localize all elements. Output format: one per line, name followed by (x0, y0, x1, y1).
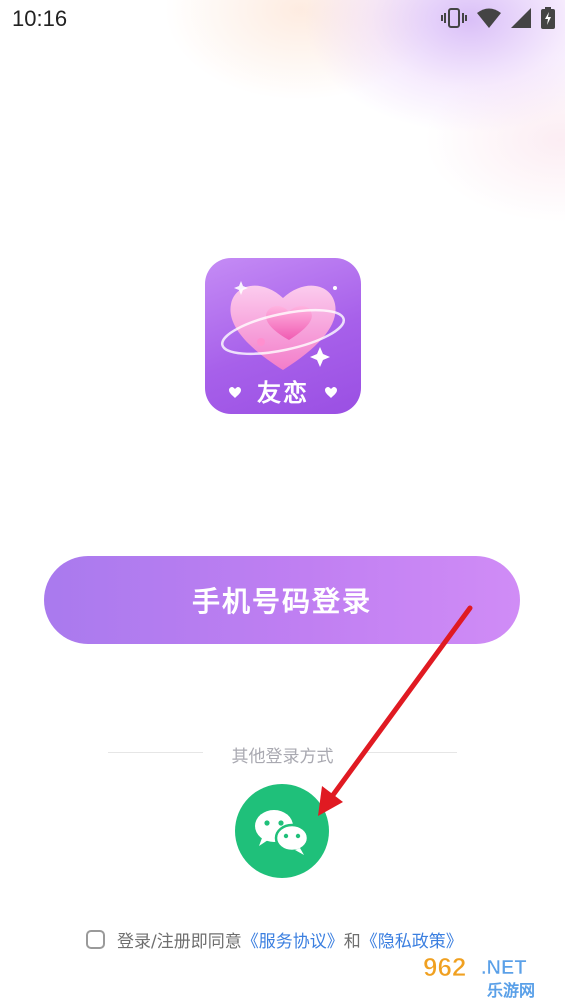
wifi-icon (477, 8, 501, 28)
signal-icon (511, 8, 531, 28)
vibrate-icon (441, 8, 467, 28)
divider-right (362, 752, 457, 753)
other-login-label: 其他登录方式 (231, 747, 334, 767)
phone-login-button[interactable]: 手机号码登录 (44, 556, 520, 644)
watermark-site: 乐游网 (487, 981, 535, 1000)
watermark-suffix: .NET (481, 957, 527, 979)
agreement-row: 登录/注册即同意 《服务协议》 和 《隐私政策》 (86, 927, 463, 952)
app-logo-text: 友恋 (257, 379, 309, 407)
watermark-number: 962 (423, 952, 466, 982)
privacy-policy-link[interactable]: 《隐私政策》 (361, 927, 463, 952)
divider-left (108, 752, 203, 753)
status-icons (441, 7, 555, 29)
app-logo: 友恋 (205, 258, 361, 414)
wechat-icon (255, 810, 310, 855)
agreement-conjunction: 和 (343, 932, 361, 952)
site-watermark: 962 .NET 乐游网 (417, 950, 557, 1000)
wechat-login-button[interactable] (235, 784, 329, 878)
status-bar: 10:16 (0, 0, 565, 40)
battery-charging-icon (541, 7, 555, 29)
agreement-prefix: 登录/注册即同意 (117, 932, 242, 952)
service-agreement-link[interactable]: 《服务协议》 (242, 927, 344, 952)
status-time: 10:16 (12, 6, 68, 31)
agreement-checkbox[interactable] (86, 930, 105, 949)
